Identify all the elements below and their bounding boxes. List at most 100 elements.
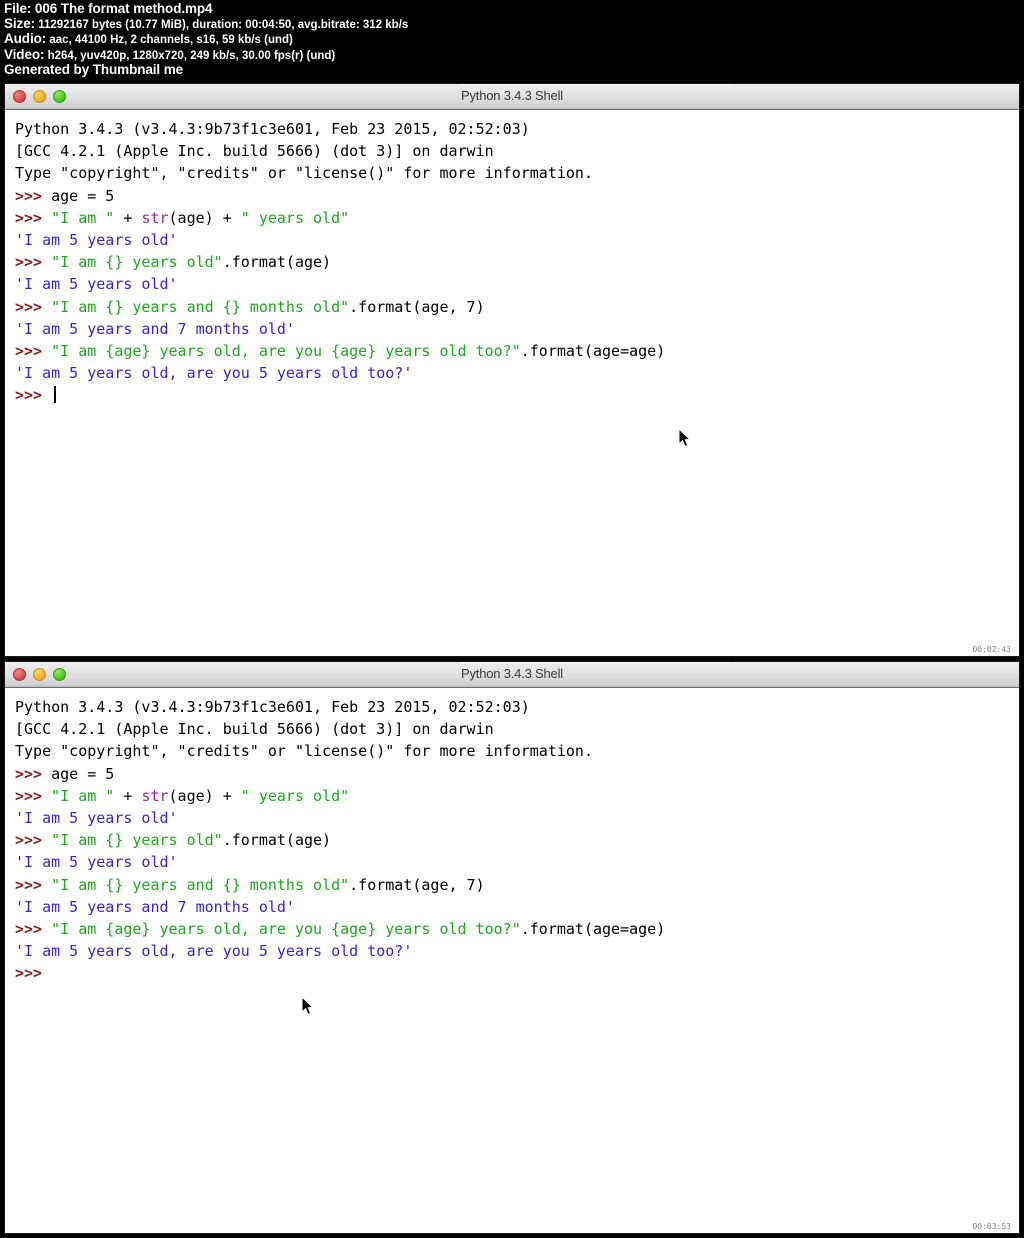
metadata-label: Generated by Thumbnail me (4, 62, 184, 78)
console-text: >>> (15, 253, 52, 272)
console-text: Type "copyright", "credits" or "license(… (15, 164, 593, 183)
screenshot-frame-1: Python 3.4.3 Shell Python 3.4.3 (v3.4.3:… (0, 83, 1024, 661)
console-line: 'I am 5 years old' (15, 229, 1019, 251)
console-line: >>> "I am " + str(age) + " years old" (15, 785, 1019, 807)
screenshot-frame-2: Python 3.4.3 Shell Python 3.4.3 (v3.4.3:… (0, 661, 1024, 1238)
console-text: " years old" (240, 786, 350, 805)
console-line: >>> "I am {} years old".format(age) (15, 829, 1019, 851)
console-text: 'I am 5 years and 7 months old' (15, 319, 295, 338)
console-text: [GCC 4.2.1 (Apple Inc. build 5666) (dot … (15, 720, 494, 739)
console-text: " years old" (240, 208, 350, 227)
metadata-label: Video: (4, 46, 45, 62)
console-text: Type "copyright", "credits" or "license(… (15, 742, 593, 761)
console-line: 'I am 5 years old' (15, 807, 1019, 829)
metadata-value: 006 The format method.mp4 (31, 1, 213, 16)
console-text: age = 5 (51, 186, 115, 205)
metadata-line: Size: 11292167 bytes (10.77 MiB), durati… (4, 15, 1020, 33)
python-shell-window-2: Python 3.4.3 Shell Python 3.4.3 (v3.4.3:… (4, 661, 1020, 1234)
console-output-2[interactable]: Python 3.4.3 (v3.4.3:9b73f1c3e601, Feb 2… (5, 688, 1019, 1233)
console-line: >>> "I am {age} years old, are you {age}… (15, 340, 1019, 362)
console-text: 'I am 5 years old' (15, 809, 178, 828)
console-line: [GCC 4.2.1 (Apple Inc. build 5666) (dot … (15, 718, 1019, 740)
console-line: 'I am 5 years old' (15, 851, 1019, 873)
console-text: .format(age) (222, 253, 332, 272)
console-line: 'I am 5 years old, are you 5 years old t… (15, 362, 1019, 384)
metadata-label: File: (4, 1, 32, 16)
video-timestamp-2: 00:03:53 (972, 1222, 1011, 1231)
titlebar-notch (460, 84, 730, 86)
console-text: >>> (15, 875, 52, 894)
metadata-line: Generated by Thumbnail me (4, 63, 1020, 78)
console-text: + (114, 208, 142, 227)
console-text: Python 3.4.3 (v3.4.3:9b73f1c3e601, Feb 2… (15, 698, 530, 716)
console-line: >>> "I am {} years old".format(age) (15, 251, 1019, 273)
console-text: .format(age) (222, 831, 332, 850)
console-line: 'I am 5 years and 7 months old' (15, 896, 1019, 918)
console-text: >>> (15, 831, 52, 850)
console-text: (age) + (168, 208, 241, 227)
console-text: >>> (15, 208, 52, 227)
console-text: "I am {age} years old, are you {age} yea… (51, 342, 521, 361)
window-title-2: Python 3.4.3 Shell (461, 666, 563, 681)
metadata-value: aac, 44100 Hz, 2 channels, s16, 59 kb/s … (46, 34, 293, 47)
console-text: "I am " (51, 208, 115, 227)
console-text: str (141, 208, 169, 227)
console-text: "I am {} years old" (51, 831, 223, 850)
console-line: Python 3.4.3 (v3.4.3:9b73f1c3e601, Feb 2… (15, 118, 1019, 140)
console-text: >>> (15, 342, 52, 361)
metadata-label: Audio: (4, 31, 47, 47)
console-line: Type "copyright", "credits" or "license(… (15, 162, 1019, 184)
console-line: >>> (15, 384, 1019, 406)
console-text: [GCC 4.2.1 (Apple Inc. build 5666) (dot … (15, 142, 494, 161)
console-text: str (141, 786, 169, 805)
console-text: .format(age, 7) (349, 875, 485, 894)
console-text: 'I am 5 years and 7 months old' (15, 897, 295, 916)
console-text: 'I am 5 years old, are you 5 years old t… (15, 942, 413, 961)
console-text: >>> (15, 386, 52, 405)
console-line: >>> "I am {} years and {} months old".fo… (15, 874, 1019, 896)
metadata-line: File: 006 The format method.mp4 (4, 1, 1020, 17)
window-titlebar-2[interactable]: Python 3.4.3 Shell (5, 662, 1019, 688)
metadata-line: Video: h264, yuv420p, 1280x720, 249 kb/s… (4, 46, 1020, 64)
console-line: >>> age = 5 (15, 763, 1019, 785)
console-text: 'I am 5 years old' (15, 231, 178, 250)
metadata-value: h264, yuv420p, 1280x720, 249 kb/s, 30.00… (44, 49, 336, 62)
console-line: Python 3.4.3 (v3.4.3:9b73f1c3e601, Feb 2… (15, 696, 1019, 718)
console-output-1[interactable]: Python 3.4.3 (v3.4.3:9b73f1c3e601, Feb 2… (5, 110, 1019, 656)
console-line: >>> (15, 962, 1019, 984)
console-text: 'I am 5 years old' (15, 275, 178, 294)
console-text: 'I am 5 years old, are you 5 years old t… (15, 364, 413, 383)
titlebar-notch (460, 662, 730, 664)
console-line: >>> "I am " + str(age) + " years old" (15, 207, 1019, 229)
text-caret (54, 386, 57, 404)
console-line: >>> age = 5 (15, 185, 1019, 207)
console-text: "I am {} years old" (51, 253, 223, 272)
console-text: 'I am 5 years old' (15, 853, 178, 872)
metadata-line: Audio: aac, 44100 Hz, 2 channels, s16, 5… (4, 31, 1020, 48)
console-text: >>> (15, 920, 52, 939)
console-text: >>> (15, 786, 52, 805)
console-text: .format(age=age) (520, 920, 666, 939)
video-metadata-header: File: 006 The format method.mp4 Size: 112… (0, 0, 1024, 83)
console-line: 'I am 5 years old' (15, 273, 1019, 295)
console-text: >>> (15, 764, 52, 783)
console-text: age = 5 (51, 764, 115, 783)
console-text: "I am {} years and {} months old" (51, 297, 350, 316)
metadata-label: Size: (4, 15, 36, 31)
console-text: .format(age, 7) (349, 297, 485, 316)
console-text: Python 3.4.3 (v3.4.3:9b73f1c3e601, Feb 2… (15, 120, 530, 138)
console-text: >>> (15, 964, 52, 983)
window-titlebar-1[interactable]: Python 3.4.3 Shell (5, 84, 1019, 110)
console-text: "I am " (51, 786, 115, 805)
console-text: (age) + (168, 786, 241, 805)
console-line: >>> "I am {age} years old, are you {age}… (15, 918, 1019, 940)
console-text: >>> (15, 186, 52, 205)
console-line: 'I am 5 years old, are you 5 years old t… (15, 940, 1019, 962)
video-timestamp-1: 00:02:43 (972, 645, 1011, 654)
window-title-1: Python 3.4.3 Shell (461, 88, 563, 103)
console-line: [GCC 4.2.1 (Apple Inc. build 5666) (dot … (15, 140, 1019, 162)
console-text: "I am {age} years old, are you {age} yea… (51, 920, 521, 939)
console-line: Type "copyright", "credits" or "license(… (15, 740, 1019, 762)
console-line: >>> "I am {} years and {} months old".fo… (15, 296, 1019, 318)
console-text: >>> (15, 297, 52, 316)
